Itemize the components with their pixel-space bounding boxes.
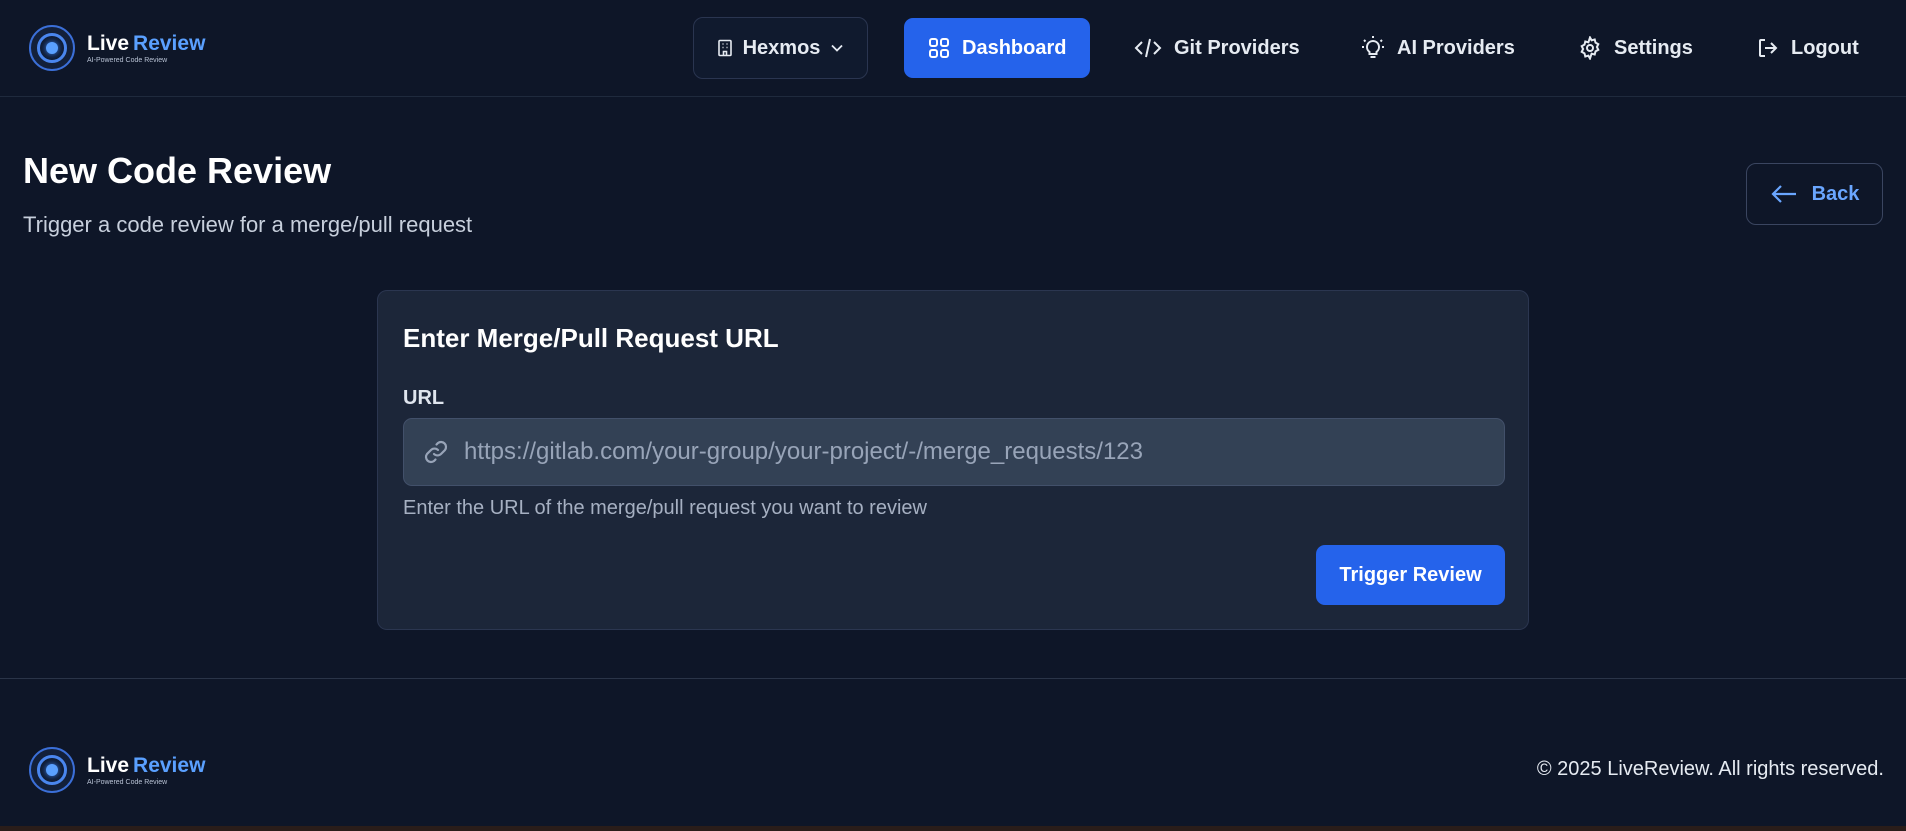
url-help-text: Enter the URL of the merge/pull request … xyxy=(403,497,927,519)
logout-icon xyxy=(1757,37,1779,59)
code-icon xyxy=(1134,37,1162,59)
logo-eye-icon xyxy=(29,25,75,71)
footer-brand-name-live: Live xyxy=(87,753,130,777)
building-icon xyxy=(717,39,733,57)
top-header: Live Review AI-Powered Code Review Hexmos… xyxy=(0,0,1906,97)
link-icon xyxy=(422,438,450,466)
brand-tagline: AI-Powered Code Review xyxy=(87,56,168,64)
brand-logo[interactable]: Live Review AI-Powered Code Review xyxy=(29,25,205,71)
nav-settings-label: Settings xyxy=(1614,36,1693,59)
nav-logout[interactable]: Logout xyxy=(1757,18,1859,78)
arrow-left-icon xyxy=(1770,183,1798,205)
window-bottom-edge xyxy=(0,826,1906,831)
card-title: Enter Merge/Pull Request URL xyxy=(403,323,779,353)
org-selector[interactable]: Hexmos xyxy=(693,17,868,79)
brand-text: Live Review AI-Powered Code Review xyxy=(87,31,206,64)
page-title: New Code Review xyxy=(23,150,332,191)
back-button[interactable]: Back xyxy=(1746,163,1883,225)
url-field-label: URL xyxy=(403,387,445,409)
org-selector-label: Hexmos xyxy=(742,36,821,59)
nav-ai-providers-label: AI Providers xyxy=(1397,36,1515,59)
back-button-label: Back xyxy=(1811,182,1860,205)
nav-dashboard-label: Dashboard xyxy=(962,36,1067,59)
nav-ai-providers[interactable]: AI Providers xyxy=(1361,18,1515,78)
lightbulb-icon xyxy=(1361,35,1385,61)
page-subtitle: Trigger a code review for a merge/pull r… xyxy=(23,212,473,237)
footer-brand-text: Live Review AI-Powered Code Review xyxy=(87,753,206,786)
brand-name-review: Review xyxy=(133,31,206,55)
nav-logout-label: Logout xyxy=(1791,36,1859,59)
footer: Live Review AI-Powered Code Review © 2025… xyxy=(0,678,1906,826)
footer-logo-eye-icon xyxy=(29,747,75,793)
gear-icon xyxy=(1578,36,1602,60)
url-input[interactable] xyxy=(464,419,1504,485)
brand-name-live: Live xyxy=(87,31,130,55)
trigger-review-button[interactable]: Trigger Review xyxy=(1316,545,1505,605)
nav-settings[interactable]: Settings xyxy=(1578,18,1693,78)
url-input-container[interactable] xyxy=(403,418,1505,486)
nav-git-providers-label: Git Providers xyxy=(1174,36,1300,59)
copyright-text: © 2025 LiveReview. All rights reserved. xyxy=(1536,758,1884,780)
footer-brand-tagline: AI-Powered Code Review xyxy=(87,778,168,786)
footer-brand-logo[interactable]: Live Review AI-Powered Code Review xyxy=(29,747,205,793)
footer-brand-name-review: Review xyxy=(133,753,206,777)
nav-dashboard[interactable]: Dashboard xyxy=(904,18,1091,78)
review-form-card: Enter Merge/Pull Request URL URL Enter t… xyxy=(377,290,1529,630)
grid-icon xyxy=(928,37,950,59)
nav-git-providers[interactable]: Git Providers xyxy=(1134,18,1300,78)
chevron-down-icon xyxy=(830,43,844,53)
